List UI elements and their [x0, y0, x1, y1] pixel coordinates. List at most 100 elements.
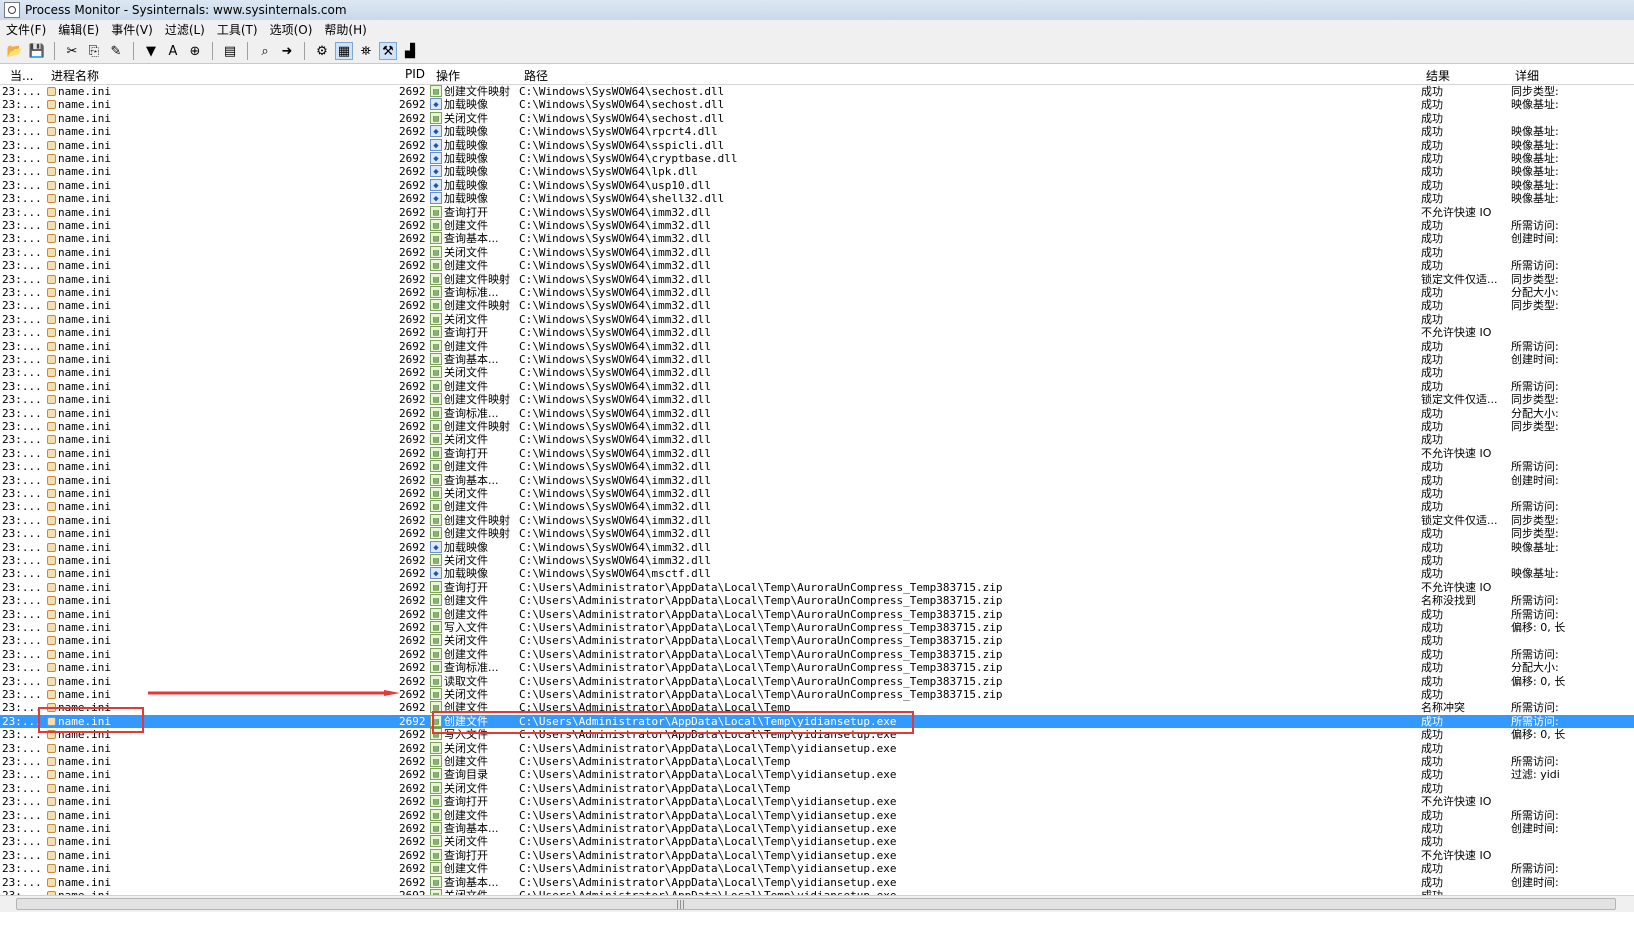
- event-row[interactable]: 23:... name.ini 2692 ◆ 加载映像 C:\Windows\SysWOW…: [0, 165, 1634, 178]
- event-row[interactable]: 23:... name.ini 2692 ▤ 创建文件 C:\Windows\SysWOW…: [0, 500, 1634, 513]
- operation-cell: 创建文件: [444, 259, 488, 273]
- event-row[interactable]: 23:... name.ini 2692 ▤ 查询打开 C:\Windows\SysWOW…: [0, 205, 1634, 219]
- column-pid[interactable]: PID: [405, 67, 425, 81]
- event-row[interactable]: 23:... name.ini 2692 ▤ 查询基本... C:\Windows\Sys…: [0, 232, 1634, 245]
- detail-cell: 所需访问:: [1511, 259, 1559, 273]
- detail-cell: 映像基址:: [1511, 567, 1559, 581]
- event-row[interactable]: 23:... name.ini 2692 ▤ 创建文件 C:\Users\Administ…: [0, 647, 1634, 661]
- event-row[interactable]: 23:... name.ini 2692 ▤ 关闭文件 C:\Windows\SysWOW…: [0, 366, 1634, 379]
- event-row[interactable]: 23:... name.ini 2692 ▤关闭文件 C:\Users\Administ…: [0, 634, 1634, 647]
- process-tree-icon[interactable]: ▤: [221, 42, 239, 60]
- event-row[interactable]: 23:... name.ini 2692 ▤ 创建文件 C:\Users\Administ…: [0, 755, 1634, 768]
- event-row[interactable]: 23:... name.ini 2692 ◆ 加载映像 C:\Windows\SysWOW…: [0, 98, 1634, 111]
- event-row[interactable]: 23:... name.ini 2692 ▤ 查询打开 C:\Users\Administ…: [0, 848, 1634, 862]
- event-row[interactable]: 23:... name.ini 2692 ◆ 加载映像 C:\Windows\SysWOW…: [0, 152, 1634, 165]
- column-operation[interactable]: 操作: [436, 67, 460, 84]
- event-row[interactable]: 23:... name.ini 2692 ▤关闭文件 C:\Users\Administ…: [0, 741, 1634, 755]
- jump-icon[interactable]: ➜: [278, 42, 296, 60]
- event-row[interactable]: 23:... name.ini 2692 ▤ 创建文件映射 C:\Windows\SysW…: [0, 420, 1634, 433]
- menu-item-2[interactable]: 事件(V): [105, 21, 159, 38]
- find-icon[interactable]: ⌕: [256, 42, 274, 60]
- column-detail[interactable]: 详细: [1515, 67, 1539, 84]
- column-result[interactable]: 结果: [1426, 67, 1450, 84]
- menu-item-6[interactable]: 帮助(H): [318, 21, 372, 38]
- event-row[interactable]: 23:... name.ini 2692 ◆ 加载映像 C:\Windows\SysWOW…: [0, 540, 1634, 554]
- event-row[interactable]: 23:... name.ini 2692 ▤ 创建文件 C:\Windows\SysWOW…: [0, 339, 1634, 353]
- event-row[interactable]: 23:... name.ini 2692 ▤ 关闭文件 C:\Windows\SysWOW…: [0, 433, 1634, 446]
- event-row[interactable]: 23:... name.ini 2692 ▤ 创建文件映射 C:\Windows\SysW…: [0, 85, 1634, 98]
- column-time[interactable]: 当...: [10, 67, 33, 84]
- event-row[interactable]: 23:... name.ini 2692 ◆ 加载映像 C:\Windows\SysWOW…: [0, 138, 1634, 152]
- event-row[interactable]: 23:... name.ini 2692 ▤ 关闭文件 C:\Windows\SysWOW…: [0, 554, 1634, 567]
- event-row[interactable]: 23:... name.ini 2692 ▤ 读取文件 C:\Users\Administ…: [0, 674, 1634, 688]
- menu-item-1[interactable]: 编辑(E): [52, 21, 105, 38]
- event-row[interactable]: 23:... name.ini 2692 ▤ 关闭文件 C:\Windows\SysWOW…: [0, 111, 1634, 125]
- detail-cell: 同步类型:: [1511, 85, 1559, 98]
- event-row[interactable]: 23:... name.ini 2692 ◆ 加载映像 C:\Windows\SysWOW…: [0, 125, 1634, 138]
- event-row[interactable]: 23:... name.ini 2692 ◆ 加载映像 C:\Windows\SysWOW…: [0, 192, 1634, 205]
- event-row[interactable]: 23:... name.ini 2692 ▤ 查询基本... C:\Users\Admin…: [0, 875, 1634, 889]
- event-row[interactable]: 23:... name.ini 2692 ▤ 关闭文件 C:\Windows\SysWOW…: [0, 245, 1634, 259]
- registry-activity-icon[interactable]: ⚙: [313, 42, 331, 60]
- event-row[interactable]: 23:... name.ini 2692 ▤关闭文件 C:\Users\Administ…: [0, 781, 1634, 795]
- event-row[interactable]: 23:... name.ini 2692 ▤关闭文件 C:\Users\Administ…: [0, 835, 1634, 848]
- event-row[interactable]: 23:... name.ini 2692 ▤ 查询标准... C:\Windows\Sys…: [0, 406, 1634, 420]
- highlight-icon[interactable]: A: [164, 42, 182, 60]
- event-row[interactable]: 23:... name.ini 2692 ▤ 创建文件 C:\Windows\SysWOW…: [0, 219, 1634, 232]
- event-row[interactable]: 23:... name.ini 2692 ▤ 创建文件 C:\Users\Administ…: [0, 808, 1634, 822]
- menu-item-4[interactable]: 工具(T): [211, 21, 264, 38]
- include-icon[interactable]: ⊕: [186, 42, 204, 60]
- event-row[interactable]: 23:... name.ini 2692 ▤ 创建文件 C:\Windows\SysWOW…: [0, 259, 1634, 272]
- event-row[interactable]: 23:... name.ini 2692 ▤ 创建文件 C:\Windows\SysWOW…: [0, 460, 1634, 473]
- event-row[interactable]: 23:... name.ini 2692 ▤ 创建文件 C:\Users\Administ…: [0, 607, 1634, 621]
- clear-icon[interactable]: ✎: [107, 42, 125, 60]
- event-row[interactable]: 23:... name.ini 2692 ▤ 查询打开 C:\Windows\SysWOW…: [0, 446, 1634, 460]
- event-row[interactable]: 23:... name.ini 2692 ▤ 查询标准... C:\Windows\Sys…: [0, 286, 1634, 299]
- process-activity-icon[interactable]: ⚒: [379, 42, 397, 60]
- network-activity-icon[interactable]: ⛯: [357, 42, 375, 60]
- result-cell: 成功: [1421, 741, 1443, 755]
- file-activity-icon[interactable]: ▦: [335, 42, 353, 60]
- menu-item-3[interactable]: 过滤(L): [159, 21, 211, 38]
- event-row[interactable]: 23:... name.ini 2692 ▤ 写入文件 C:\Users\Administ…: [0, 621, 1634, 634]
- event-row[interactable]: 23:... name.ini 2692 ▤ 查询打开 C:\Windows\SysWOW…: [0, 326, 1634, 339]
- column-process-name[interactable]: 进程名称: [51, 67, 99, 84]
- event-row[interactable]: 23:... name.ini 2692 ▤ 查询打开 C:\Users\Administ…: [0, 580, 1634, 594]
- event-row[interactable]: 23:... name.ini 2692 ▤ 查询标准... C:\Users\Admin…: [0, 661, 1634, 674]
- menu-item-5[interactable]: 选项(O): [264, 21, 319, 38]
- event-row[interactable]: 23:... name.ini 2692 ▤ 创建文件映射 C:\Windows\SysW…: [0, 513, 1634, 527]
- event-row[interactable]: 23:... name.ini 2692 ▤ 查询打开 C:\Users\Administ…: [0, 795, 1634, 808]
- event-row[interactable]: 23:... name.ini 2692 ▤ 创建文件映射 C:\Windows\SysW…: [0, 299, 1634, 312]
- result-cell: 成功: [1421, 554, 1443, 567]
- pid-cell: 2692: [399, 701, 426, 715]
- event-row[interactable]: 23:... name.ini 2692 ▤ 创建文件 C:\Users\Administ…: [0, 862, 1634, 875]
- menu-item-0[interactable]: 文件(F): [0, 21, 52, 38]
- event-list[interactable]: 23:... name.ini 2692 ▤ 创建文件映射 C:\Windows\SysW…: [0, 85, 1634, 895]
- autoscroll-icon[interactable]: ⎘: [85, 42, 103, 60]
- open-folder-icon[interactable]: 📂: [6, 42, 24, 60]
- horizontal-scrollbar[interactable]: |||: [0, 895, 1634, 913]
- event-row[interactable]: 23:... name.ini 2692 ◆ 加载映像 C:\Windows\SysWOW…: [0, 567, 1634, 580]
- event-row[interactable]: 23:... name.ini 2692 ◆ 加载映像 C:\Windows\SysWOW…: [0, 178, 1634, 192]
- event-row[interactable]: 23:... name.ini 2692 ▤ 关闭文件 C:\Windows\SysWOW…: [0, 487, 1634, 500]
- event-row[interactable]: 23:... name.ini 2692 ▤ 创建文件映射 C:\Windows\SysW…: [0, 272, 1634, 286]
- path-cell: C:\Users\Administrator\AppData\Local\Tem…: [519, 848, 897, 862]
- event-row[interactable]: 23:... name.ini 2692 ▤ 查询目录 C:\Users\Administ…: [0, 768, 1634, 781]
- column-path[interactable]: 路径: [524, 67, 548, 84]
- path-cell: C:\Users\Administrator\AppData\Local\Tem…: [519, 594, 1003, 608]
- event-row[interactable]: 23:... name.ini 2692 ▤ 创建文件映射 C:\Windows\SysW…: [0, 527, 1634, 540]
- operation-cell: 查询标准...: [444, 286, 499, 299]
- event-row[interactable]: 23:... name.ini 2692 ▤ 创建文件 C:\Windows\SysWOW…: [0, 379, 1634, 393]
- event-row[interactable]: 23:... name.ini 2692 ▤ 查询基本... C:\Users\Admin…: [0, 822, 1634, 835]
- scrollbar-thumb[interactable]: [16, 898, 1616, 910]
- event-row[interactable]: 23:... name.ini 2692 ▤ 创建文件映射 C:\Windows\SysW…: [0, 393, 1634, 406]
- event-row[interactable]: 23:... name.ini 2692 ▤ 关闭文件 C:\Windows\SysWOW…: [0, 312, 1634, 326]
- event-row[interactable]: 23:... name.ini 2692 ▤ 创建文件 C:\Users\Administ…: [0, 594, 1634, 607]
- save-icon[interactable]: 💾: [28, 42, 46, 60]
- profiling-icon[interactable]: ▟: [401, 42, 419, 60]
- event-row[interactable]: 23:... name.ini 2692 ▤ 查询基本... C:\Windows\Sys…: [0, 353, 1634, 366]
- capture-icon[interactable]: ✂: [63, 42, 81, 60]
- filter-icon[interactable]: ▼: [142, 42, 160, 60]
- event-row[interactable]: 23:... name.ini 2692 ▤ 查询基本... C:\Windows\Sys…: [0, 473, 1634, 487]
- result-cell: 不允许快速 IO: [1421, 795, 1492, 809]
